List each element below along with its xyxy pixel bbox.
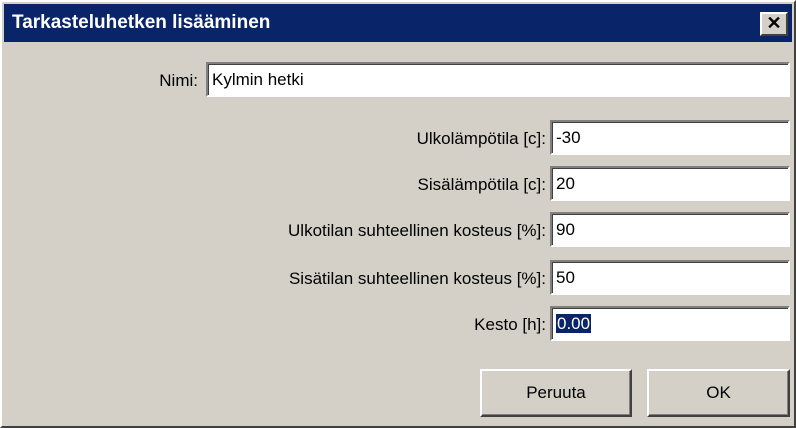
duration-value-selected: 0.00 xyxy=(556,314,592,333)
window-title: Tarkasteluhetken lisääminen xyxy=(12,12,271,33)
close-button[interactable]: ✕ xyxy=(760,12,788,36)
dialog-window: Tarkasteluhetken lisääminen ✕ Nimi: Kylm… xyxy=(0,0,796,428)
close-icon: ✕ xyxy=(766,13,782,33)
indoor-humidity-input[interactable]: 50 xyxy=(550,260,790,295)
name-label: Nimi: xyxy=(159,71,198,90)
title-bar[interactable]: Tarkasteluhetken lisääminen ✕ xyxy=(4,4,792,42)
indoor-humidity-label: Sisätilan suhteellinen kosteus [%]: xyxy=(288,269,546,288)
indoor-temp-input[interactable]: 20 xyxy=(550,166,790,201)
duration-label: Kesto [h]: xyxy=(474,315,546,334)
indoor-temp-label: Sisälämpötila [c]: xyxy=(417,175,547,194)
ok-button[interactable]: OK xyxy=(647,369,790,417)
outdoor-humidity-input[interactable]: 90 xyxy=(550,212,790,247)
outdoor-temp-input[interactable]: -30 xyxy=(550,120,790,155)
outdoor-humidity-label: Ulkotilan suhteellinen kosteus [%]: xyxy=(288,221,546,240)
name-input[interactable]: Kylmin hetki xyxy=(206,62,790,97)
cancel-button[interactable]: Peruuta xyxy=(480,369,632,417)
outdoor-temp-label: Ulkolämpötila [c]: xyxy=(416,129,546,148)
duration-input[interactable]: 0.00 xyxy=(550,306,790,341)
